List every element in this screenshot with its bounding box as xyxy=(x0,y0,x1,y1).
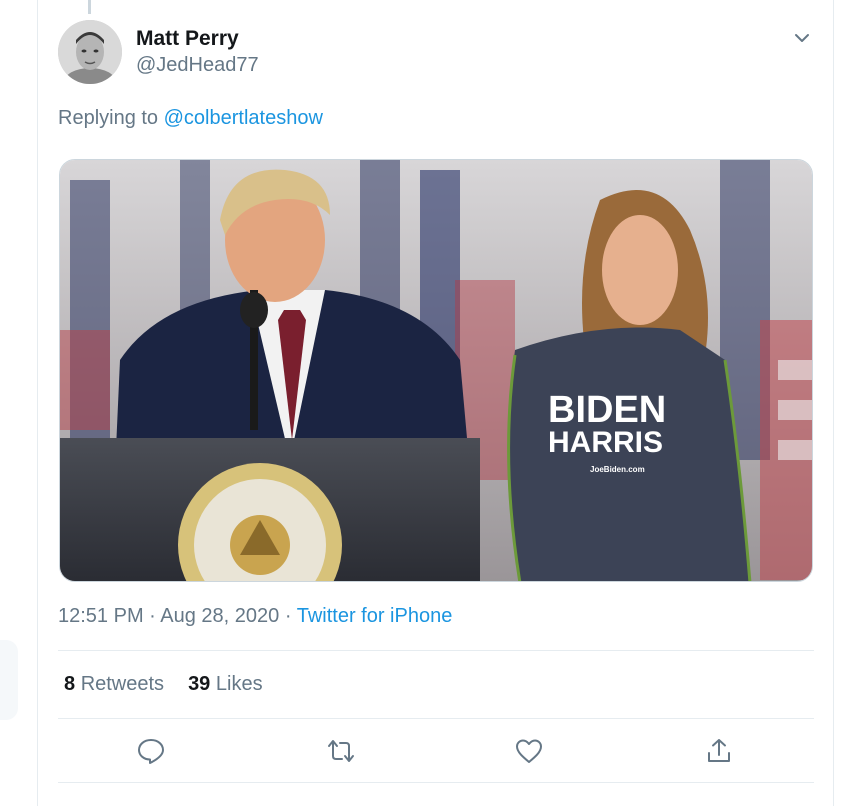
like-icon[interactable] xyxy=(514,736,544,766)
likes-label: Likes xyxy=(215,673,263,695)
reply-mention-link[interactable]: @colbertlateshow xyxy=(164,107,323,129)
retweets-count: 8 xyxy=(64,673,76,695)
tweet-date[interactable]: Aug 28, 2020 xyxy=(160,605,279,627)
avatar-image xyxy=(58,20,122,84)
shirt-text-url: JoeBiden.com xyxy=(590,465,645,474)
likes-stat[interactable]: 39 Likes xyxy=(188,673,263,696)
shirt-text-line1: BIDEN xyxy=(548,389,666,431)
author-handle[interactable]: @JedHead77 xyxy=(136,54,259,77)
retweets-stat[interactable]: 8 Retweets xyxy=(64,673,164,696)
photo-image: BIDEN HARRIS JoeBiden.com xyxy=(60,160,812,581)
tweet-time[interactable]: 12:51 PM xyxy=(58,605,144,627)
tweet-stats: 8 Retweets 39 Likes xyxy=(64,673,287,696)
likes-count: 39 xyxy=(188,673,211,695)
shirt-text-line2: HARRIS xyxy=(548,426,663,459)
tweet-source-link[interactable]: Twitter for iPhone xyxy=(297,605,453,627)
tweet-timestamp: 12:51 PM · Aug 28, 2020 · Twitter for iP… xyxy=(58,605,452,628)
divider xyxy=(58,650,814,651)
retweets-label: Retweets xyxy=(80,673,165,695)
retweet-icon[interactable] xyxy=(326,736,356,766)
replying-to: Replying to @colbertlateshow xyxy=(58,107,323,130)
meta-separator: · xyxy=(279,605,297,627)
chevron-down-icon[interactable] xyxy=(790,26,814,50)
meta-separator: · xyxy=(143,605,161,627)
thread-connector-line xyxy=(88,0,91,14)
author-name[interactable]: Matt Perry xyxy=(136,27,239,51)
tweet-photo[interactable]: BIDEN HARRIS JoeBiden.com xyxy=(59,159,813,582)
divider xyxy=(58,782,814,783)
divider xyxy=(58,718,814,719)
share-icon[interactable] xyxy=(704,736,734,766)
avatar[interactable] xyxy=(58,20,122,84)
page-side-tab xyxy=(0,640,18,720)
replying-prefix: Replying to xyxy=(58,107,164,129)
reply-icon[interactable] xyxy=(136,736,166,766)
